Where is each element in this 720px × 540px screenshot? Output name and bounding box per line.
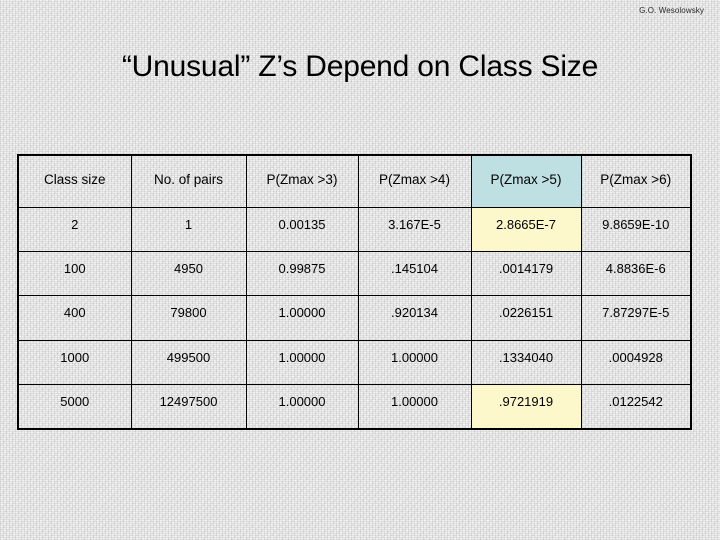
table-row: 100 4950 0.99875 .145104 .0014179 4.8836… bbox=[17, 250, 692, 297]
page-title: “Unusual” Z’s Depend on Class Size bbox=[121, 50, 599, 83]
cell-pzmax-gt-5: .0226151 bbox=[470, 295, 582, 341]
class-size-probability-table: Class size No. of pairs P(Zmax >3) P(Zma… bbox=[17, 154, 692, 430]
author-credit: G.O. Wesolowsky bbox=[639, 6, 704, 15]
cell-pzmax-gt-3: 1.00000 bbox=[245, 295, 359, 341]
cell-pzmax-gt-4: 1.00000 bbox=[357, 339, 472, 386]
cell-pzmax-gt-3: 1.00000 bbox=[245, 384, 359, 430]
cell-pzmax-gt-6: .0122542 bbox=[580, 384, 692, 430]
cell-class-size: 400 bbox=[17, 295, 132, 341]
cell-pzmax-gt-6: 9.8659E-10 bbox=[580, 206, 692, 252]
column-header-pzmax-gt-3: P(Zmax >3) bbox=[245, 154, 359, 208]
cell-no-of-pairs: 499500 bbox=[130, 339, 247, 386]
column-header-class-size: Class size bbox=[17, 154, 132, 208]
cell-pzmax-gt-3: 0.99875 bbox=[245, 250, 359, 297]
cell-no-of-pairs: 12497500 bbox=[130, 384, 247, 430]
cell-pzmax-gt-5: .0014179 bbox=[470, 250, 582, 297]
table-row: 5000 12497500 1.00000 1.00000 .9721919 .… bbox=[17, 384, 692, 430]
cell-pzmax-gt-4: .145104 bbox=[357, 250, 472, 297]
column-header-pzmax-gt-6: P(Zmax >6) bbox=[580, 154, 692, 208]
cell-pzmax-gt-4: 1.00000 bbox=[357, 384, 472, 430]
cell-pzmax-gt-5: .1334040 bbox=[470, 339, 582, 386]
table-row: 400 79800 1.00000 .920134 .0226151 7.872… bbox=[17, 295, 692, 341]
cell-class-size: 5000 bbox=[17, 384, 132, 430]
cell-pzmax-gt-6: 4.8836E-6 bbox=[580, 250, 692, 297]
column-header-pzmax-gt-4: P(Zmax >4) bbox=[357, 154, 472, 208]
cell-class-size: 100 bbox=[17, 250, 132, 297]
cell-pzmax-gt-6: .0004928 bbox=[580, 339, 692, 386]
slide-canvas: G.O. Wesolowsky “Unusual” Z’s Depend on … bbox=[0, 0, 720, 540]
cell-pzmax-gt-6: 7.87297E-5 bbox=[580, 295, 692, 341]
cell-no-of-pairs: 1 bbox=[130, 206, 247, 252]
cell-pzmax-gt-4: .920134 bbox=[357, 295, 472, 341]
cell-pzmax-gt-3: 1.00000 bbox=[245, 339, 359, 386]
column-header-no-of-pairs: No. of pairs bbox=[130, 154, 247, 208]
cell-pzmax-gt-5: .9721919 bbox=[470, 384, 582, 430]
cell-pzmax-gt-5: 2.8665E-7 bbox=[470, 206, 582, 252]
cell-pzmax-gt-3: 0.00135 bbox=[245, 206, 359, 252]
table-header-row: Class size No. of pairs P(Zmax >3) P(Zma… bbox=[17, 154, 692, 208]
cell-no-of-pairs: 4950 bbox=[130, 250, 247, 297]
cell-pzmax-gt-4: 3.167E-5 bbox=[357, 206, 472, 252]
table-row: 1000 499500 1.00000 1.00000 .1334040 .00… bbox=[17, 339, 692, 386]
cell-class-size: 1000 bbox=[17, 339, 132, 386]
table-row: 2 1 0.00135 3.167E-5 2.8665E-7 9.8659E-1… bbox=[17, 206, 692, 252]
class-size-table-container: Class size No. of pairs P(Zmax >3) P(Zma… bbox=[17, 154, 692, 430]
cell-no-of-pairs: 79800 bbox=[130, 295, 247, 341]
column-header-pzmax-gt-5: P(Zmax >5) bbox=[470, 154, 582, 208]
cell-class-size: 2 bbox=[17, 206, 132, 252]
